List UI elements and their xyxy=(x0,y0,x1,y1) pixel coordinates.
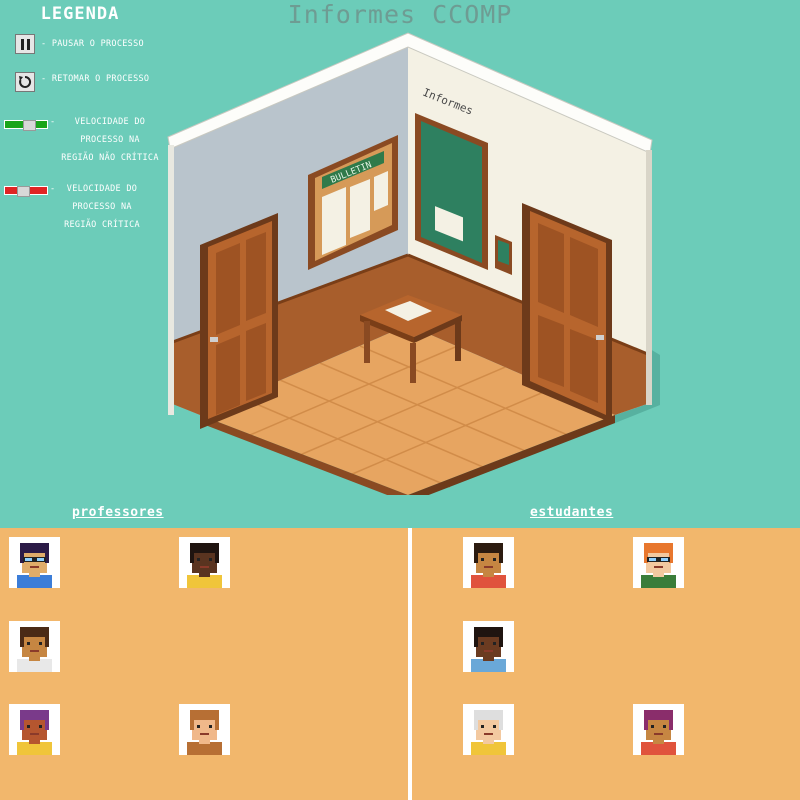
normal-speed-line-2: PROCESSO NA xyxy=(80,135,140,145)
normal-speed-line-3: REGIÃO NÃO CRÍTICA xyxy=(61,153,159,163)
normal-speed-line-1: VELOCIDADE DO xyxy=(74,117,146,127)
resume-legend-label: - RETOMAR O PROCESSO xyxy=(41,74,150,84)
critical-speed-label: VELOCIDADE DO PROCESSO NA REGIÃO CRÍTICA xyxy=(32,180,172,234)
professor-avatar-4[interactable] xyxy=(9,704,60,755)
pause-legend-label: - PAUSAR O PROCESSO xyxy=(41,39,144,49)
normal-speed-label: VELOCIDADE DO PROCESSO NA REGIÃO NÃO CRÍ… xyxy=(40,113,180,167)
student-avatar-5[interactable] xyxy=(633,704,684,755)
left-door xyxy=(200,213,278,429)
critical-speed-line-3: REGIÃO CRÍTICA xyxy=(64,220,140,230)
professores-heading: professores xyxy=(72,505,164,520)
estudantes-heading: estudantes xyxy=(530,505,614,520)
professor-avatar-3[interactable] xyxy=(9,621,60,672)
critical-speed-line-2: PROCESSO NA xyxy=(72,202,132,212)
professor-avatar-1[interactable] xyxy=(9,537,60,588)
pause-icon[interactable] xyxy=(15,34,35,54)
section-divider xyxy=(408,528,412,800)
student-avatar-4[interactable] xyxy=(463,704,514,755)
isometric-room: BULLETIN Informes xyxy=(160,25,670,503)
resume-icon[interactable] xyxy=(15,72,35,92)
student-avatar-2[interactable] xyxy=(633,537,684,588)
professor-avatar-5[interactable] xyxy=(179,704,230,755)
professor-avatar-2[interactable] xyxy=(179,537,230,588)
critical-speed-line-1: VELOCIDADE DO xyxy=(66,184,138,194)
student-avatar-3[interactable] xyxy=(463,621,514,672)
legend-title: LEGENDA xyxy=(40,4,120,24)
right-door xyxy=(522,203,612,423)
student-avatar-1[interactable] xyxy=(463,537,514,588)
